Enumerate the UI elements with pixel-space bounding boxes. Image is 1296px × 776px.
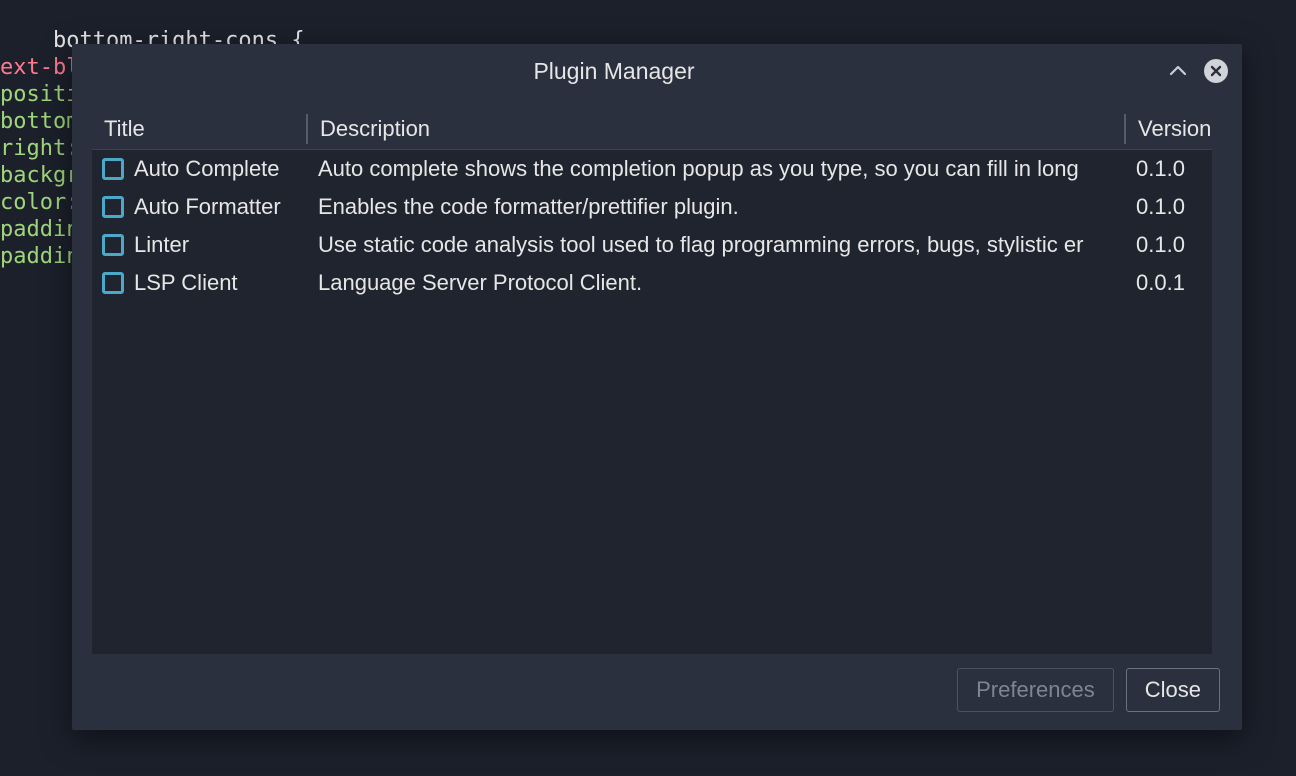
plugin-table: Title Description Version Auto Complete … (92, 108, 1222, 654)
close-dialog-button[interactable] (1200, 55, 1232, 87)
plugin-version: 0.1.0 (1124, 194, 1222, 220)
plugin-description: Auto complete shows the completion popup… (306, 156, 1124, 182)
plugin-description: Enables the code formatter/prettifier pl… (306, 194, 1124, 220)
table-header: Title Description Version (92, 108, 1222, 150)
scrollbar[interactable] (1212, 108, 1222, 654)
plugin-version: 0.0.1 (1124, 270, 1222, 296)
plugin-enable-checkbox[interactable] (102, 196, 124, 218)
table-row[interactable]: Auto Complete Auto complete shows the co… (92, 150, 1222, 188)
dialog-title: Plugin Manager (72, 58, 1156, 85)
plugin-description: Use static code analysis tool used to fl… (306, 232, 1124, 258)
column-header-version[interactable]: Version (1124, 114, 1222, 144)
table-row[interactable]: Auto Formatter Enables the code formatte… (92, 188, 1222, 226)
chevron-up-icon (1168, 61, 1188, 81)
plugin-title: Linter (134, 232, 189, 258)
plugin-title: Auto Formatter (134, 194, 281, 220)
plugin-enable-checkbox[interactable] (102, 234, 124, 256)
collapse-button[interactable] (1162, 55, 1194, 87)
dialog-header: Plugin Manager (72, 44, 1242, 98)
plugin-version: 0.1.0 (1124, 156, 1222, 182)
preferences-button[interactable]: Preferences (957, 668, 1114, 712)
plugin-version: 0.1.0 (1124, 232, 1222, 258)
table-body: Auto Complete Auto complete shows the co… (92, 150, 1222, 302)
close-button[interactable]: Close (1126, 668, 1220, 712)
plugin-enable-checkbox[interactable] (102, 158, 124, 180)
dialog-footer: Preferences Close (72, 654, 1242, 730)
close-icon (1204, 59, 1228, 83)
column-header-description[interactable]: Description (306, 114, 1124, 144)
column-header-title[interactable]: Title (92, 114, 306, 144)
plugin-enable-checkbox[interactable] (102, 272, 124, 294)
plugin-description: Language Server Protocol Client. (306, 270, 1124, 296)
plugin-title: Auto Complete (134, 156, 280, 182)
table-row[interactable]: Linter Use static code analysis tool use… (92, 226, 1222, 264)
plugin-manager-dialog: Plugin Manager Title Description Version… (72, 44, 1242, 730)
plugin-title: LSP Client (134, 270, 238, 296)
table-row[interactable]: LSP Client Language Server Protocol Clie… (92, 264, 1222, 302)
